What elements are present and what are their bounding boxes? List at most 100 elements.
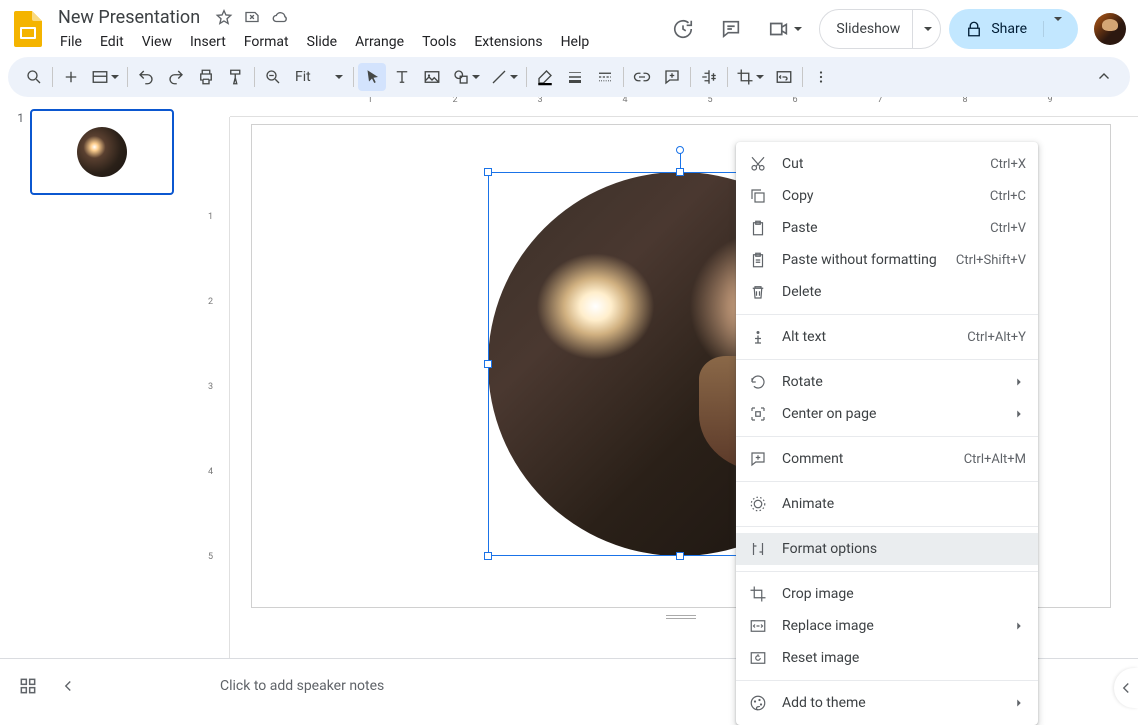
menu-extensions[interactable]: Extensions	[466, 31, 550, 53]
app-logo[interactable]	[8, 9, 48, 49]
undo-icon[interactable]	[132, 63, 160, 91]
title-area: New Presentation File Edit View Insert F…	[48, 4, 663, 53]
resize-handle-nw[interactable]	[484, 168, 492, 176]
replace-icon	[748, 616, 768, 636]
ctx-crop[interactable]: Crop image	[736, 578, 1038, 610]
ctx-comment[interactable]: CommentCtrl+Alt+M	[736, 443, 1038, 475]
star-icon[interactable]	[214, 7, 234, 27]
ctx-paste[interactable]: PasteCtrl+V	[736, 212, 1038, 244]
ctx-delete[interactable]: Delete	[736, 276, 1038, 308]
ctx-copy[interactable]: CopyCtrl+C	[736, 180, 1038, 212]
menu-slide[interactable]: Slide	[299, 31, 345, 53]
share-button[interactable]: Share	[949, 9, 1078, 49]
animate-icon	[748, 494, 768, 514]
share-caret-icon[interactable]	[1043, 21, 1062, 37]
prev-slide-icon[interactable]	[56, 674, 80, 698]
slide-thumb-1[interactable]: 1	[8, 109, 192, 195]
menu-file[interactable]: File	[52, 31, 90, 53]
chevron-right-icon	[1012, 375, 1026, 389]
context-menu: CutCtrl+XCopyCtrl+CPasteCtrl+VPaste with…	[736, 142, 1038, 725]
border-color-icon[interactable]	[531, 63, 559, 91]
lock-icon	[965, 20, 983, 38]
rotate-handle[interactable]	[676, 146, 684, 154]
more-icon[interactable]	[807, 63, 835, 91]
ctx-reset[interactable]: Reset image	[736, 642, 1038, 674]
collapse-icon[interactable]	[1090, 63, 1118, 91]
resize-handle-s[interactable]	[676, 552, 684, 560]
search-icon[interactable]	[20, 63, 48, 91]
format-opts-icon	[748, 539, 768, 559]
ruler-horizontal: 1 2 3 4 5 6 7 8 9	[230, 97, 1138, 117]
chevron-right-icon	[1012, 619, 1026, 633]
meet-icon[interactable]	[759, 9, 811, 49]
ctx-animate[interactable]: Animate	[736, 488, 1038, 520]
reset-image-icon[interactable]	[770, 63, 798, 91]
ctx-theme[interactable]: Add to theme	[736, 687, 1038, 719]
layout-icon[interactable]	[87, 63, 123, 91]
mask-icon[interactable]	[695, 63, 723, 91]
border-dash-icon[interactable]	[591, 63, 619, 91]
page-handle[interactable]	[666, 615, 696, 619]
menu-format[interactable]: Format	[236, 31, 297, 53]
move-icon[interactable]	[242, 7, 262, 27]
menu-edit[interactable]: Edit	[92, 31, 132, 53]
print-icon[interactable]	[192, 63, 220, 91]
alt-text-icon	[748, 327, 768, 347]
menu-view[interactable]: View	[134, 31, 180, 53]
center-icon	[748, 404, 768, 424]
toolbar: Fit	[8, 57, 1130, 97]
zoom-icon[interactable]	[259, 63, 287, 91]
zoom-select[interactable]: Fit	[289, 69, 349, 85]
ctx-cut[interactable]: CutCtrl+X	[736, 148, 1038, 180]
chevron-right-icon	[1012, 696, 1026, 710]
menu-insert[interactable]: Insert	[182, 31, 234, 53]
resize-handle-sw[interactable]	[484, 552, 492, 560]
resize-handle-n[interactable]	[676, 168, 684, 176]
crop-icon[interactable]	[732, 63, 768, 91]
slide-number: 1	[8, 109, 24, 195]
paste-icon	[748, 218, 768, 238]
slideshow-button[interactable]: Slideshow	[819, 9, 941, 49]
border-width-icon[interactable]	[561, 63, 589, 91]
menu-help[interactable]: Help	[553, 31, 598, 53]
cut-icon	[748, 154, 768, 174]
chevron-right-icon	[1012, 407, 1026, 421]
copy-icon	[748, 186, 768, 206]
paint-format-icon[interactable]	[222, 63, 250, 91]
menu-tools[interactable]: Tools	[414, 31, 464, 53]
line-icon[interactable]	[486, 63, 522, 91]
comments-icon[interactable]	[711, 9, 751, 49]
menubar: File Edit View Insert Format Slide Arran…	[52, 31, 663, 53]
speaker-notes[interactable]: Click to add speaker notes	[80, 678, 384, 694]
select-tool-icon[interactable]	[358, 63, 386, 91]
rotate-icon	[748, 372, 768, 392]
ctx-alt-text[interactable]: Alt textCtrl+Alt+Y	[736, 321, 1038, 353]
ctx-rotate[interactable]: Rotate	[736, 366, 1038, 398]
redo-icon[interactable]	[162, 63, 190, 91]
resize-handle-w[interactable]	[484, 360, 492, 368]
image-icon[interactable]	[418, 63, 446, 91]
doc-title[interactable]: New Presentation	[52, 6, 206, 29]
crop-icon	[748, 584, 768, 604]
slideshow-caret-icon[interactable]	[912, 9, 940, 49]
paste-no-fmt-icon	[748, 250, 768, 270]
ctx-center[interactable]: Center on page	[736, 398, 1038, 430]
menu-arrange[interactable]: Arrange	[347, 31, 412, 53]
history-icon[interactable]	[663, 9, 703, 49]
cloud-icon[interactable]	[270, 7, 290, 27]
reset-icon	[748, 648, 768, 668]
comment-icon	[748, 449, 768, 469]
link-icon[interactable]	[628, 63, 656, 91]
textbox-icon[interactable]	[388, 63, 416, 91]
slide-panel: 1	[0, 97, 200, 658]
delete-icon	[748, 282, 768, 302]
ctx-format-opts[interactable]: Format options	[736, 533, 1038, 565]
avatar[interactable]	[1094, 13, 1126, 45]
ctx-paste-no-fmt[interactable]: Paste without formattingCtrl+Shift+V	[736, 244, 1038, 276]
ctx-replace[interactable]: Replace image	[736, 610, 1038, 642]
grid-view-icon[interactable]	[16, 674, 40, 698]
new-slide-icon[interactable]	[57, 63, 85, 91]
shape-icon[interactable]	[448, 63, 484, 91]
ruler-vertical: 1 2 3 4 5	[200, 117, 230, 658]
add-comment-icon[interactable]	[658, 63, 686, 91]
